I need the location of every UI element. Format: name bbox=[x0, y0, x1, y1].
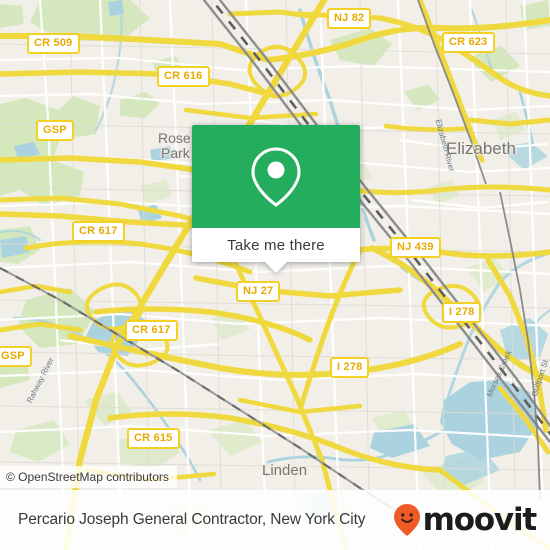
road-shield[interactable]: NJ 439 bbox=[390, 237, 441, 258]
road-shield[interactable]: NJ 82 bbox=[327, 8, 372, 29]
popup-header bbox=[192, 125, 360, 228]
moovit-logo[interactable]: moovit bbox=[393, 501, 538, 538]
road-shield[interactable]: CR 509 bbox=[27, 33, 80, 54]
place-label-roselle: Rose bbox=[158, 130, 191, 146]
popup-tail bbox=[264, 261, 288, 273]
road-shield[interactable]: CR 617 bbox=[125, 320, 178, 341]
road-shield[interactable]: GSP bbox=[36, 120, 74, 141]
map-pin-icon bbox=[251, 146, 301, 207]
place-label-park: Park bbox=[161, 145, 190, 161]
place-label-linden: Linden bbox=[262, 462, 308, 479]
location-popup[interactable]: Take me there bbox=[192, 125, 360, 273]
road-shield[interactable]: I 278 bbox=[442, 302, 482, 323]
location-title: Percario Joseph General Contractor, New … bbox=[18, 511, 366, 528]
road-shield[interactable]: NJ 27 bbox=[236, 281, 281, 302]
road-shield[interactable]: CR 616 bbox=[157, 66, 210, 87]
road-shield[interactable]: CR 617 bbox=[72, 221, 125, 242]
popup-body: Take me there bbox=[192, 125, 360, 262]
place-label-elizabeth: Elizabeth bbox=[446, 139, 516, 158]
map-attribution[interactable]: © OpenStreetMap contributors bbox=[0, 466, 177, 488]
map-screenshot: CR 509 NJ 82 CR 623 CR 616 GSP CR 617 NJ… bbox=[0, 0, 550, 550]
road-shield[interactable]: CR 623 bbox=[442, 32, 495, 53]
road-shield[interactable]: CR 615 bbox=[127, 428, 180, 449]
road-shield[interactable]: I 278 bbox=[330, 357, 370, 378]
moovit-smiley-pin-icon bbox=[393, 504, 420, 536]
road-shield[interactable]: GSP bbox=[0, 346, 32, 367]
take-me-there-button[interactable]: Take me there bbox=[192, 228, 360, 262]
bottom-bar: Percario Joseph General Contractor, New … bbox=[0, 490, 550, 550]
take-me-there-label: Take me there bbox=[227, 236, 325, 254]
moovit-wordmark: moovit bbox=[422, 501, 538, 538]
